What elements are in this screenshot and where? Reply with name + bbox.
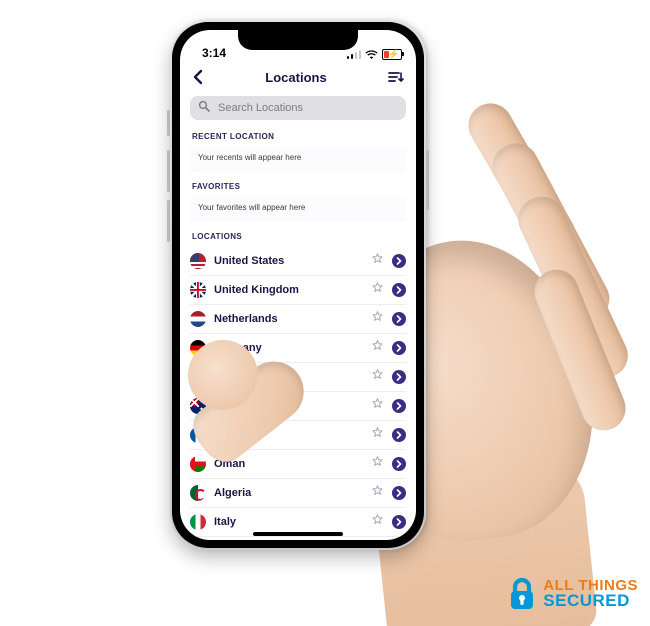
location-name: Algeria [214,487,363,499]
location-expand-button[interactable] [392,428,406,442]
location-row[interactable]: Germany [190,334,406,363]
section-header-locations: LOCATIONS [192,232,404,241]
lock-icon [507,576,537,612]
page-title: Locations [265,70,326,85]
flag-icon [190,456,206,472]
location-name: Canada [214,371,363,383]
favorites-empty-state: Your favorites will appear here [190,197,406,220]
location-row[interactable]: United Kingdom [190,276,406,305]
location-row[interactable]: Australia [190,392,406,421]
location-expand-button[interactable] [392,457,406,471]
location-row[interactable]: Netherlands [190,305,406,334]
location-row[interactable]: France [190,421,406,450]
back-button[interactable] [192,69,204,85]
location-expand-button[interactable] [392,341,406,355]
status-time: 3:14 [202,46,226,60]
favorite-star-icon[interactable] [371,281,384,299]
flag-icon [190,485,206,501]
location-name: Netherlands [214,313,363,325]
favorite-star-icon[interactable] [371,368,384,386]
home-indicator[interactable] [253,532,343,536]
flag-icon [190,340,206,356]
flag-icon [190,369,206,385]
flag-icon [190,398,206,414]
location-expand-button[interactable] [392,370,406,384]
location-row[interactable]: Algeria [190,479,406,508]
favorite-star-icon[interactable] [371,310,384,328]
location-row[interactable]: United States [190,247,406,276]
wifi-icon [365,50,378,60]
location-expand-button[interactable] [392,515,406,529]
location-expand-button[interactable] [392,254,406,268]
favorite-star-icon[interactable] [371,397,384,415]
location-name: Italy [214,516,363,528]
location-name: United Kingdom [214,284,363,296]
flag-icon [190,514,206,530]
location-name: France [214,429,363,441]
location-expand-button[interactable] [392,399,406,413]
watermark-logo: ALL THINGS SECURED [507,576,638,612]
battery-icon: ⚡ [382,49,402,60]
charging-bolt-icon: ⚡ [388,49,399,60]
location-name: United States [214,255,363,267]
favorite-star-icon[interactable] [371,513,384,531]
phone-body: 3:14 ⚡ [170,20,426,550]
location-name: Australia [214,400,363,412]
watermark-line2: SECURED [543,593,638,609]
favorite-star-icon[interactable] [371,455,384,473]
flag-icon [190,311,206,327]
favorite-star-icon[interactable] [371,426,384,444]
notch [238,30,358,50]
location-name: Germany [214,342,363,354]
search-input[interactable] [216,101,398,115]
section-header-recent: RECENT LOCATION [192,132,404,141]
favorite-star-icon[interactable] [371,339,384,357]
section-header-favorites: FAVORITES [192,182,404,191]
flag-icon [190,253,206,269]
location-expand-button[interactable] [392,312,406,326]
phone-screen: 3:14 ⚡ [180,30,416,540]
location-name: Oman [214,458,363,470]
location-expand-button[interactable] [392,486,406,500]
nav-bar: Locations [180,62,416,92]
locations-list[interactable]: United States United Kingdom Netherlands Ge… [190,247,406,537]
search-bar[interactable] [190,96,406,120]
location-expand-button[interactable] [392,283,406,297]
cellular-signal-icon [347,50,362,59]
sort-button[interactable] [388,70,404,84]
favorite-star-icon[interactable] [371,484,384,502]
flag-icon [190,427,206,443]
location-row[interactable]: Oman [190,450,406,479]
favorite-star-icon[interactable] [371,252,384,270]
recent-empty-state: Your recents will appear here [190,147,406,170]
search-icon [198,99,210,117]
flag-icon [190,282,206,298]
location-row[interactable]: Canada [190,363,406,392]
